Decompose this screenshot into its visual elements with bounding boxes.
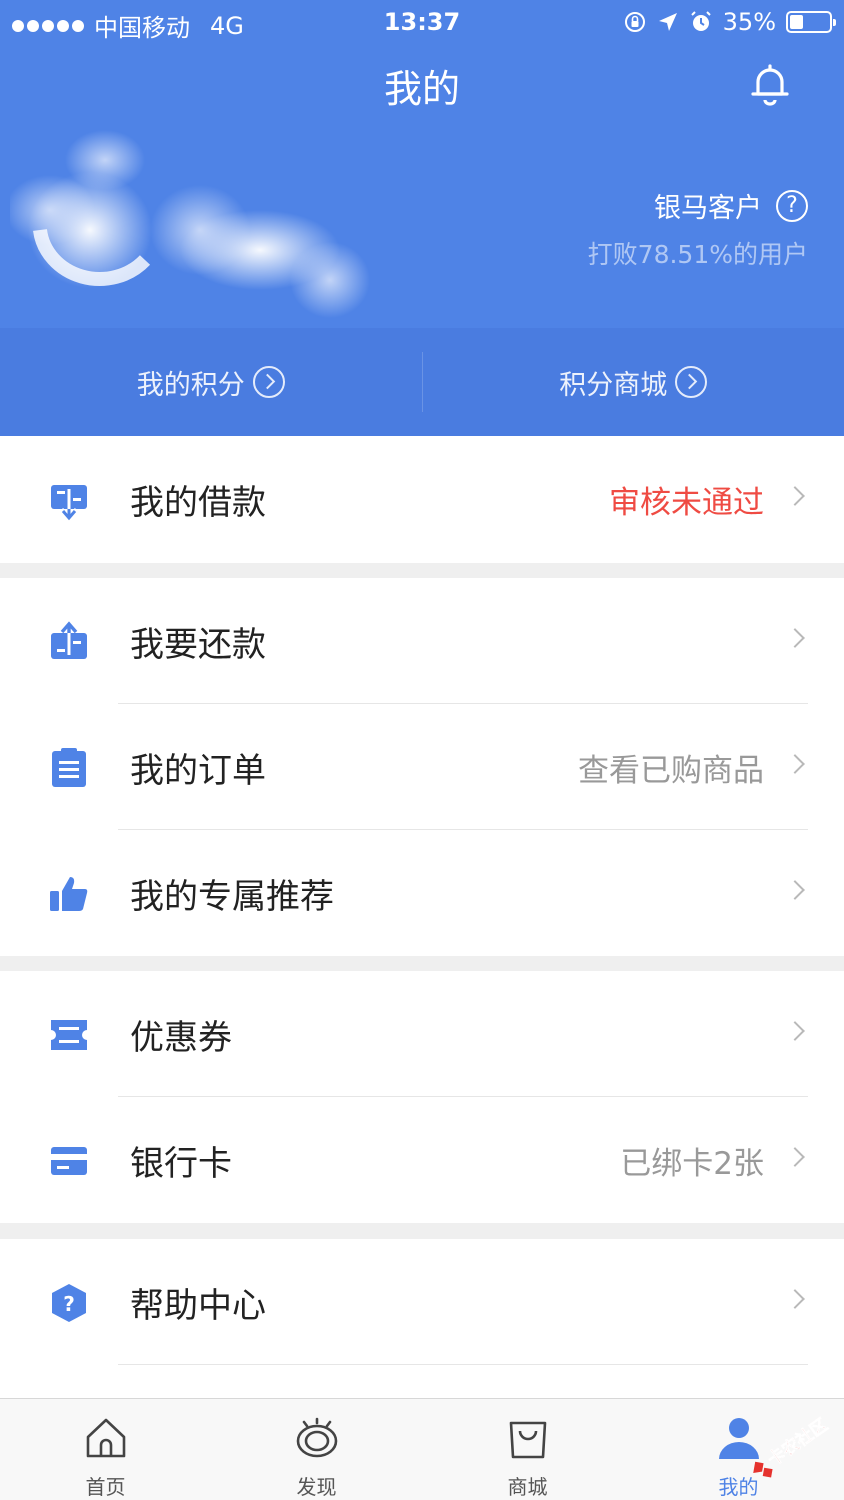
battery-icon: [786, 11, 836, 33]
member-level-row[interactable]: 银马客户 ?: [588, 186, 808, 225]
menu-item-label: 我的借款: [130, 482, 266, 523]
menu-item-my-loan[interactable]: 我的借款 审核未通过: [0, 436, 844, 562]
repay-icon: [51, 621, 87, 659]
member-level-label: 银马客户: [654, 193, 762, 224]
bottom-tab-bar: 首页 发现 商城 我的: [0, 1398, 844, 1500]
chevron-right-icon: [785, 754, 805, 774]
points-mall-label: 积分商城: [559, 369, 668, 401]
thumbs-up-icon: [50, 877, 88, 911]
circle-arrow-right-icon: [675, 366, 708, 398]
menu-group-account: 我要还款 我的订单 查看已购商品 我的专属推荐: [0, 578, 844, 956]
chevron-right-icon: [785, 1147, 805, 1167]
ticket-icon: [51, 1020, 87, 1050]
menu-group-wallet: 优惠券 银行卡 已绑卡2张: [0, 971, 844, 1223]
help-hexagon-icon: ?: [52, 1284, 86, 1322]
menu-group-loan: 我的借款 审核未通过: [0, 436, 844, 563]
my-points-button[interactable]: 我的积分: [0, 328, 422, 436]
tab-mall[interactable]: 商城: [422, 1399, 633, 1500]
help-circle-icon[interactable]: ?: [776, 189, 808, 222]
tab-label: 发现: [296, 1475, 337, 1499]
home-icon: [86, 1418, 125, 1458]
points-mall-button[interactable]: 积分商城: [423, 328, 844, 436]
tab-label: 首页: [85, 1475, 126, 1499]
alarm-icon: [690, 11, 711, 31]
menu-item-label: 帮助中心: [130, 1285, 266, 1326]
my-points-label: 我的积分: [136, 369, 245, 401]
menu-item-label: 银行卡: [130, 1143, 232, 1184]
help-hexagon-symbol: ?: [63, 1292, 75, 1316]
loan-status-text: 审核未通过: [609, 484, 764, 521]
rotation-lock-icon: [624, 12, 645, 32]
menu-item-my-orders[interactable]: 我的订单 查看已购商品: [0, 704, 844, 830]
menu-group-help: ? 帮助中心: [0, 1239, 844, 1399]
menu-item-repay[interactable]: 我要还款: [0, 578, 844, 704]
svg-text:卡农社区: 卡农社区: [764, 1414, 832, 1470]
status-right: 35%: [623, 8, 836, 36]
menu-item-label: 我要还款: [130, 624, 266, 665]
menu-item-bank-card[interactable]: 银行卡 已绑卡2张: [0, 1097, 844, 1223]
orders-hint-text: 查看已购商品: [578, 752, 764, 789]
bell-icon[interactable]: [746, 60, 794, 108]
menu-item-label: 优惠券: [130, 1017, 232, 1058]
loan-icon: [51, 485, 87, 521]
chevron-right-icon: [785, 1289, 805, 1309]
battery-level: [790, 15, 803, 29]
menu-item-help-center[interactable]: ? 帮助中心: [0, 1239, 844, 1365]
bound-cards-text: 已绑卡2张: [620, 1145, 764, 1182]
points-bar: 我的积分 积分商城: [0, 328, 844, 436]
menu-item-label: 我的订单: [130, 750, 266, 791]
chevron-right-icon: [785, 880, 805, 900]
chevron-right-icon: [785, 486, 805, 506]
watermark-logo: 卡农社区: [753, 1414, 832, 1478]
battery-percent: 35%: [722, 8, 776, 36]
card-icon: [51, 1147, 87, 1175]
beat-percentage-text: 打败78.51%的用户: [587, 240, 808, 269]
shopping-bag-icon: [509, 1421, 546, 1459]
status-bar: 中国移动 4G 13:37 35%: [0, 0, 844, 44]
menu-item-recommend[interactable]: 我的专属推荐: [0, 830, 844, 956]
location-arrow-icon: [658, 13, 677, 31]
divider: [118, 1364, 808, 1365]
circle-arrow-right-icon: [252, 366, 285, 398]
chevron-right-icon: [785, 1021, 805, 1041]
tab-label: 商城: [507, 1475, 548, 1499]
tab-discover[interactable]: 发现: [211, 1399, 422, 1500]
menu-item-coupons[interactable]: 优惠券: [0, 971, 844, 1097]
discover-icon: [296, 1417, 337, 1458]
clipboard-icon: [52, 748, 86, 787]
tab-home[interactable]: 首页: [0, 1399, 211, 1500]
profile-header: 中国移动 4G 13:37 35% 我的 银马客户 ? 打败78.51%的用户 …: [0, 0, 844, 436]
avatar[interactable]: [10, 120, 390, 330]
menu-item-label: 我的专属推荐: [130, 876, 334, 917]
chevron-right-icon: [785, 628, 805, 648]
page-title: 我的: [383, 67, 460, 111]
member-level: 银马客户 ? 打败78.51%的用户: [588, 186, 808, 271]
